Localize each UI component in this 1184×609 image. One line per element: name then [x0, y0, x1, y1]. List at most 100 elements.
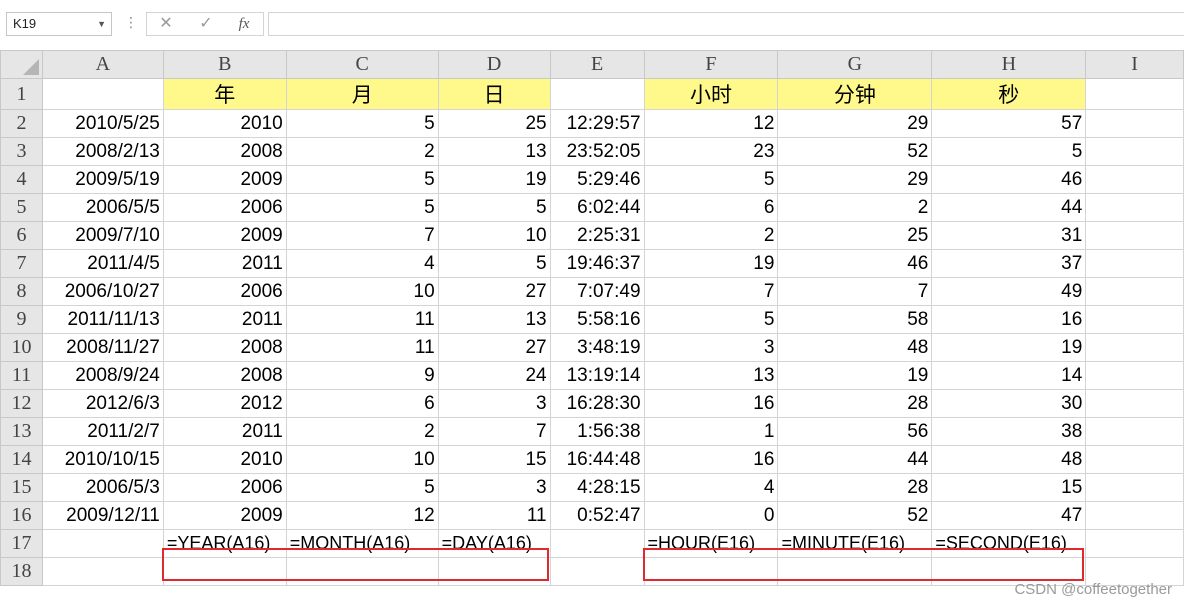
cell[interactable]: 28 — [777, 473, 933, 502]
cell[interactable] — [1085, 78, 1184, 110]
cell[interactable]: 12 — [643, 109, 779, 138]
cell[interactable]: =SECOND(E16) — [931, 529, 1087, 558]
cell[interactable]: 58 — [777, 305, 933, 334]
cell[interactable] — [1085, 109, 1184, 138]
cell[interactable]: 57 — [931, 109, 1087, 138]
cell[interactable]: 28 — [777, 389, 933, 418]
cell[interactable]: 3:48:19 — [549, 333, 645, 362]
cell[interactable]: 2011/2/7 — [41, 417, 164, 446]
cell[interactable]: 27 — [437, 333, 551, 362]
row-header[interactable]: 1 — [0, 78, 43, 110]
cell[interactable]: 16 — [643, 389, 779, 418]
cell[interactable]: 2 — [643, 221, 779, 250]
row-header[interactable]: 12 — [0, 389, 43, 418]
cell[interactable]: 1 — [643, 417, 779, 446]
cell[interactable] — [41, 529, 164, 558]
cell[interactable]: 46 — [931, 165, 1087, 194]
cell[interactable]: 6:02:44 — [549, 193, 645, 222]
row-header[interactable]: 14 — [0, 445, 43, 474]
cell[interactable]: 11 — [285, 333, 439, 362]
cell[interactable]: 29 — [777, 165, 933, 194]
cell[interactable]: 2006/5/5 — [41, 193, 164, 222]
row-header[interactable]: 2 — [0, 109, 43, 138]
row-header[interactable]: 17 — [0, 529, 43, 558]
column-header-d[interactable]: D — [437, 50, 551, 79]
cell[interactable] — [1085, 445, 1184, 474]
select-all-corner[interactable] — [0, 50, 43, 79]
cell[interactable]: 37 — [931, 249, 1087, 278]
cell[interactable]: 12:29:57 — [549, 109, 645, 138]
cell[interactable] — [1085, 473, 1184, 502]
row-header[interactable]: 13 — [0, 417, 43, 446]
cell[interactable]: 2011 — [162, 249, 287, 278]
column-header-g[interactable]: G — [777, 50, 933, 79]
enter-icon[interactable]: ✓ — [191, 13, 221, 35]
cell[interactable]: 2 — [285, 137, 439, 166]
cell[interactable]: 2006 — [162, 193, 287, 222]
cell[interactable]: 2011/4/5 — [41, 249, 164, 278]
cell[interactable]: 25 — [437, 109, 551, 138]
cell[interactable]: 2009/7/10 — [41, 221, 164, 250]
cell[interactable]: =YEAR(A16) — [162, 529, 287, 558]
column-header-e[interactable]: E — [549, 50, 645, 79]
cell[interactable]: 13 — [643, 361, 779, 390]
cell[interactable]: 小时 — [643, 78, 779, 110]
cell[interactable]: 2011 — [162, 305, 287, 334]
row-header[interactable]: 15 — [0, 473, 43, 502]
cell[interactable]: 2:25:31 — [549, 221, 645, 250]
cell[interactable] — [1085, 193, 1184, 222]
cell[interactable] — [1085, 529, 1184, 558]
cell[interactable]: 2009/12/11 — [41, 501, 164, 530]
row-header[interactable]: 4 — [0, 165, 43, 194]
cell[interactable]: 2008 — [162, 333, 287, 362]
cell[interactable]: =HOUR(E16) — [643, 529, 779, 558]
cell[interactable]: 5:58:16 — [549, 305, 645, 334]
formula-input[interactable] — [268, 12, 1184, 36]
cell[interactable]: 27 — [437, 277, 551, 306]
column-header-b[interactable]: B — [162, 50, 287, 79]
cell[interactable]: 23:52:05 — [549, 137, 645, 166]
row-header[interactable]: 10 — [0, 333, 43, 362]
cell[interactable]: 2010 — [162, 109, 287, 138]
cell[interactable]: 44 — [931, 193, 1087, 222]
row-header[interactable]: 8 — [0, 277, 43, 306]
cell[interactable] — [1085, 277, 1184, 306]
cell[interactable]: 4 — [285, 249, 439, 278]
cell[interactable]: 49 — [931, 277, 1087, 306]
column-header-f[interactable]: F — [643, 50, 779, 79]
cell[interactable]: 5 — [285, 473, 439, 502]
cell[interactable]: 2008/9/24 — [41, 361, 164, 390]
cell[interactable] — [285, 557, 439, 586]
cell[interactable]: 19 — [643, 249, 779, 278]
cell[interactable]: 10 — [285, 445, 439, 474]
cell[interactable]: 12 — [285, 501, 439, 530]
cell[interactable]: 5 — [643, 165, 779, 194]
cell[interactable]: 11 — [437, 501, 551, 530]
cell[interactable]: 13 — [437, 305, 551, 334]
cell[interactable]: 3 — [437, 473, 551, 502]
cell[interactable]: =MONTH(A16) — [285, 529, 439, 558]
cell[interactable]: 38 — [931, 417, 1087, 446]
cell[interactable]: =MINUTE(E16) — [777, 529, 933, 558]
cancel-icon[interactable]: ✕ — [151, 13, 181, 35]
cell[interactable]: 2008/11/27 — [41, 333, 164, 362]
cell[interactable] — [41, 78, 164, 110]
cell[interactable] — [1085, 137, 1184, 166]
cell[interactable]: 2011/11/13 — [41, 305, 164, 334]
cell[interactable]: 15 — [437, 445, 551, 474]
cell[interactable]: 48 — [931, 445, 1087, 474]
cell[interactable] — [1085, 221, 1184, 250]
cell[interactable]: 秒 — [931, 78, 1087, 110]
cell[interactable]: 3 — [437, 389, 551, 418]
cell[interactable]: 52 — [777, 137, 933, 166]
drag-handle-icon[interactable]: ⋮ — [124, 14, 138, 31]
cell[interactable] — [1085, 165, 1184, 194]
cell[interactable]: 2009/5/19 — [41, 165, 164, 194]
cell[interactable]: 24 — [437, 361, 551, 390]
cell[interactable]: 2010/10/15 — [41, 445, 164, 474]
cell[interactable] — [1085, 333, 1184, 362]
cell[interactable] — [549, 557, 645, 586]
cell[interactable]: 2011 — [162, 417, 287, 446]
cell[interactable]: 19 — [777, 361, 933, 390]
column-header-h[interactable]: H — [931, 50, 1087, 79]
